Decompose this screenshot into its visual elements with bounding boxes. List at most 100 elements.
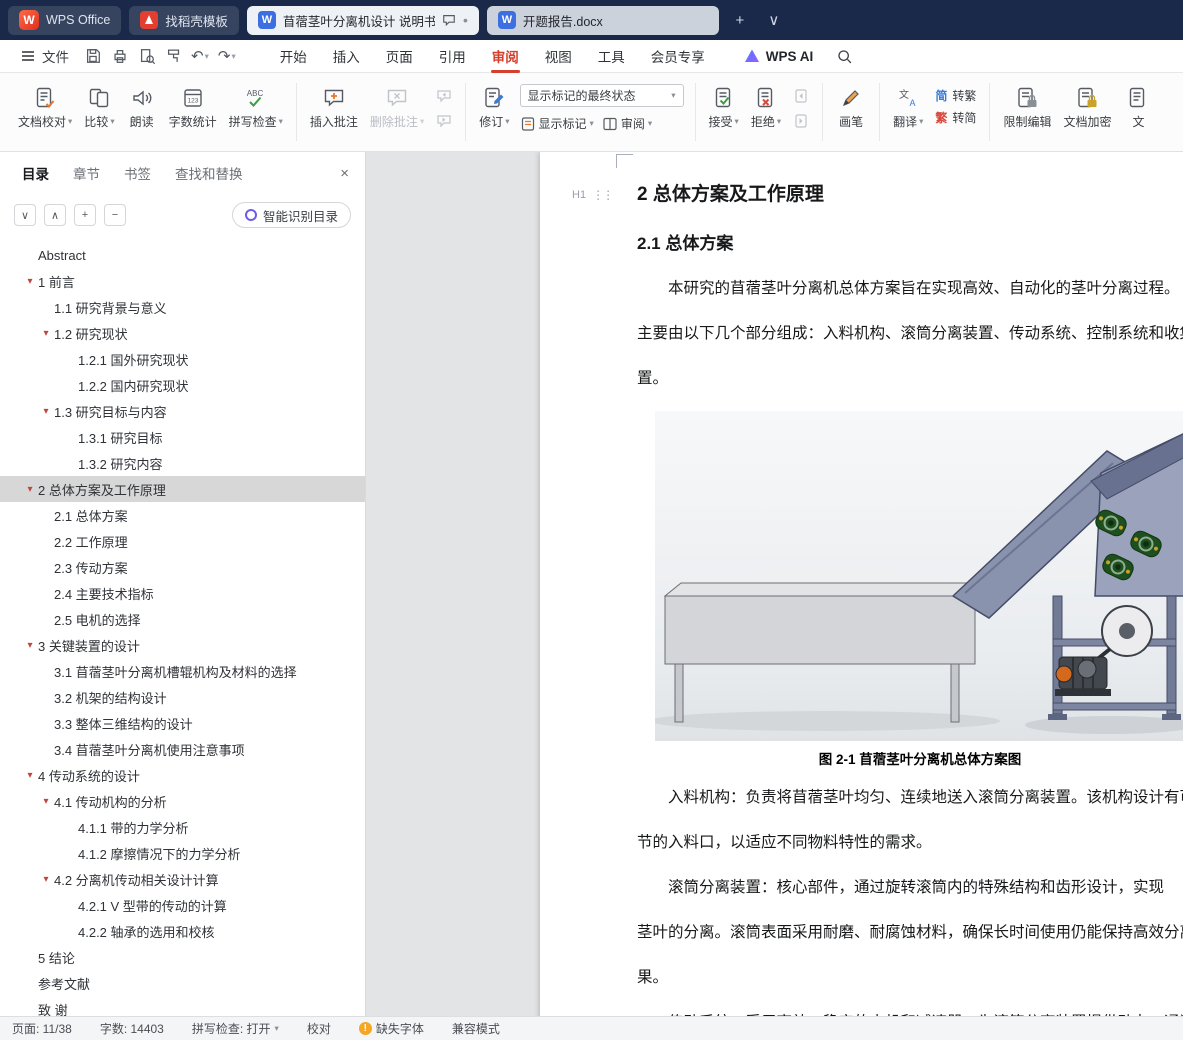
toc-collapse-all-button[interactable]: − bbox=[104, 204, 126, 226]
print-preview-button[interactable] bbox=[133, 44, 160, 69]
review-pane-button[interactable]: 审阅 ▾ bbox=[602, 112, 652, 135]
toc-next-heading-button[interactable]: ∧ bbox=[44, 204, 66, 226]
toc-expand-caret-icon[interactable]: ▾ bbox=[38, 328, 54, 339]
file-menu-button[interactable]: 文件 bbox=[10, 46, 79, 66]
doc-text-line[interactable]: 本研究的苜蓿茎叶分离机总体方案旨在实现高效、自动化的茎叶分离过程。 bbox=[637, 266, 1183, 311]
toc-item[interactable]: ▾ 3.2 机架的结构设计 bbox=[0, 684, 365, 710]
redo-button[interactable]: ↷ bbox=[218, 47, 231, 65]
undo-button[interactable]: ↶ bbox=[191, 47, 204, 65]
next-comment-button[interactable] bbox=[433, 110, 455, 132]
toc-item[interactable]: ▾ 1.2.1 国外研究现状 bbox=[0, 346, 365, 372]
doc-text-line[interactable]: 置。 bbox=[637, 356, 1183, 401]
close-sidebar-icon[interactable]: × bbox=[340, 165, 349, 182]
delete-comment-button[interactable]: 删除批注 ▾ bbox=[364, 81, 430, 135]
tab-list-chevron-icon[interactable]: ∨ bbox=[761, 7, 787, 33]
translate-button[interactable]: 文A 翻译 ▾ bbox=[887, 81, 929, 135]
status-page-indicator[interactable]: 页面: 11/38 bbox=[12, 1020, 72, 1037]
insert-comment-button[interactable]: 插入批注 bbox=[304, 81, 364, 135]
previous-change-button[interactable] bbox=[790, 85, 812, 107]
traditional-to-simplified-button[interactable]: 繁 转简 bbox=[935, 109, 976, 126]
show-markup-button[interactable]: 显示标记 ▾ bbox=[520, 112, 594, 135]
sidebar-tab[interactable]: 查找和替换 bbox=[175, 163, 243, 183]
toc-item[interactable]: ▾ 4.2.2 轴承的选用和校核 bbox=[0, 918, 365, 944]
heading-drag-handle[interactable]: H1 ⋮⋮ bbox=[572, 188, 614, 202]
toc-item[interactable]: ▾ 5 结论 bbox=[0, 944, 365, 970]
toc-item[interactable]: ▾ 4.1 传动机构的分析 bbox=[0, 788, 365, 814]
search-icon[interactable] bbox=[831, 44, 857, 69]
toc-item[interactable]: ▾ 2.1 总体方案 bbox=[0, 502, 365, 528]
document-proofread-button[interactable]: 文档校对 ▾ bbox=[12, 81, 78, 135]
markup-state-select[interactable]: 显示标记的最终状态 ▾ bbox=[519, 84, 684, 107]
restrict-editing-button[interactable]: 限制编辑 bbox=[997, 81, 1057, 135]
toc-item[interactable]: ▾ 1.3.1 研究目标 bbox=[0, 424, 365, 450]
toc-item[interactable]: ▾ 4.1.2 摩擦情况下的力学分析 bbox=[0, 840, 365, 866]
toc-item[interactable]: ▾ 1.1 研究背景与意义 bbox=[0, 294, 365, 320]
menu-tab[interactable]: 视图 bbox=[532, 40, 585, 73]
status-word-count[interactable]: 字数: 14403 bbox=[100, 1020, 164, 1037]
toc-item[interactable]: ▾ 2 总体方案及工作原理 bbox=[0, 476, 365, 502]
word-count-button[interactable]: 123 字数统计 bbox=[163, 81, 223, 135]
doc-text-line[interactable]: 2 总体方案及工作原理 bbox=[637, 180, 1183, 210]
redo-dropdown-icon[interactable]: ▾ bbox=[231, 51, 235, 62]
menu-tab[interactable]: 会员专享 bbox=[638, 40, 718, 73]
read-aloud-button[interactable]: 朗读 bbox=[121, 81, 163, 135]
wps-ai-button[interactable]: WPS AI bbox=[744, 48, 813, 64]
toc-previous-heading-button[interactable]: ∨ bbox=[14, 204, 36, 226]
toc-expand-caret-icon[interactable]: ▾ bbox=[22, 770, 38, 781]
sidebar-tab[interactable]: 目录 bbox=[22, 163, 49, 183]
figure-caption[interactable]: 图 2-1 苜蓿茎叶分离机总体方案图 bbox=[655, 745, 1183, 775]
ink-brush-button[interactable]: 画笔 bbox=[830, 81, 872, 135]
toc-item[interactable]: ▾ 1.3 研究目标与内容 bbox=[0, 398, 365, 424]
status-proofread[interactable]: 校对 bbox=[307, 1020, 331, 1037]
accept-changes-button[interactable]: 接受 ▾ bbox=[703, 81, 745, 135]
toc-item[interactable]: ▾ 3.3 整体三维结构的设计 bbox=[0, 710, 365, 736]
simplified-to-traditional-button[interactable]: 简 转繁 bbox=[935, 87, 976, 104]
toc-item[interactable]: ▾ 参考文献 bbox=[0, 970, 365, 996]
doc-text-line[interactable]: 入料机构：负责将苜蓿茎叶均匀、连续地送入滚筒分离装置。该机构设计有可调 bbox=[637, 775, 1183, 820]
reject-changes-button[interactable]: 拒绝 ▾ bbox=[745, 81, 787, 135]
sidebar-tab[interactable]: 书签 bbox=[124, 163, 151, 183]
toc-expand-caret-icon[interactable]: ▾ bbox=[22, 640, 38, 651]
tab-wps-office[interactable]: W WPS Office bbox=[8, 5, 122, 35]
toc-item[interactable]: ▾ 4.2.1 V 型带的传动的计算 bbox=[0, 892, 365, 918]
save-button[interactable] bbox=[79, 44, 106, 69]
document-content[interactable]: 2 总体方案及工作原理 2.1 总体方案 本研究的苜蓿茎叶分离机总体方案旨在实现… bbox=[540, 180, 1183, 1016]
toc-item[interactable]: ▾ 1.2.2 国内研究现状 bbox=[0, 372, 365, 398]
toc-item[interactable]: ▾ 2.2 工作原理 bbox=[0, 528, 365, 554]
doc-text-line[interactable]: 传动系统：采用高效、稳定的电机和减速器，为滚筒分离装置提供动力。通过 bbox=[637, 1000, 1183, 1016]
toc-item[interactable]: ▾ 致 谢 bbox=[0, 996, 365, 1017]
toc-item[interactable]: ▾ 2.3 传动方案 bbox=[0, 554, 365, 580]
print-button[interactable] bbox=[106, 44, 133, 69]
previous-comment-button[interactable] bbox=[433, 85, 455, 107]
smart-toc-recognition-button[interactable]: 智能识别目录 bbox=[231, 202, 351, 228]
tab-document-inactive[interactable]: W 开题报告.docx bbox=[486, 5, 719, 35]
document-page[interactable]: H1 ⋮⋮ 2 总体方案及工作原理 2.1 总体方案 本研究的苜蓿茎叶分离机总体… bbox=[540, 152, 1183, 1016]
sidebar-tab[interactable]: 章节 bbox=[73, 163, 100, 183]
toc-item[interactable]: ▾ 1 前言 bbox=[0, 268, 365, 294]
doc-text-line[interactable]: 主要由以下几个部分组成：入料机构、滚筒分离装置、传动系统、控制系统和收集装 bbox=[637, 311, 1183, 356]
toc-expand-caret-icon[interactable]: ▾ bbox=[22, 276, 38, 287]
toc-item[interactable]: ▾ Abstract bbox=[0, 242, 365, 268]
menu-tab[interactable]: 开始 bbox=[267, 40, 320, 73]
toc-item[interactable]: ▾ 4.2 分离机传动相关设计计算 bbox=[0, 866, 365, 892]
toc-expand-caret-icon[interactable]: ▾ bbox=[22, 484, 38, 495]
status-compat-mode[interactable]: 兼容模式 bbox=[452, 1020, 500, 1037]
track-changes-button[interactable]: 修订 ▾ bbox=[473, 81, 515, 135]
toc-item[interactable]: ▾ 1.3.2 研究内容 bbox=[0, 450, 365, 476]
spell-check-button[interactable]: ABC 拼写检查 ▾ bbox=[223, 81, 289, 135]
menu-tab[interactable]: 页面 bbox=[373, 40, 426, 73]
doc-text-line[interactable]: 滚筒分离装置：核心部件，通过旋转滚筒内的特殊结构和齿形设计，实现 bbox=[637, 865, 1183, 910]
status-missing-font[interactable]: ! 缺失字体 bbox=[358, 1020, 424, 1037]
toc-item[interactable]: ▾ 2.4 主要技术指标 bbox=[0, 580, 365, 606]
comment-bubble-icon[interactable] bbox=[442, 13, 456, 27]
machine-figure[interactable] bbox=[655, 411, 1183, 741]
new-tab-button[interactable]: + bbox=[727, 7, 753, 33]
menu-tab[interactable]: 审阅 bbox=[479, 40, 532, 73]
encrypt-document-button[interactable]: 文档加密 bbox=[1057, 81, 1117, 135]
format-painter-button[interactable] bbox=[160, 44, 187, 69]
toc-expand-caret-icon[interactable]: ▾ bbox=[38, 796, 54, 807]
status-spellcheck[interactable]: 拼写检查: 打开 ▾ bbox=[192, 1020, 279, 1037]
toc-expand-caret-icon[interactable]: ▾ bbox=[38, 874, 54, 885]
undo-dropdown-icon[interactable]: ▾ bbox=[205, 51, 209, 62]
next-change-button[interactable] bbox=[790, 110, 812, 132]
